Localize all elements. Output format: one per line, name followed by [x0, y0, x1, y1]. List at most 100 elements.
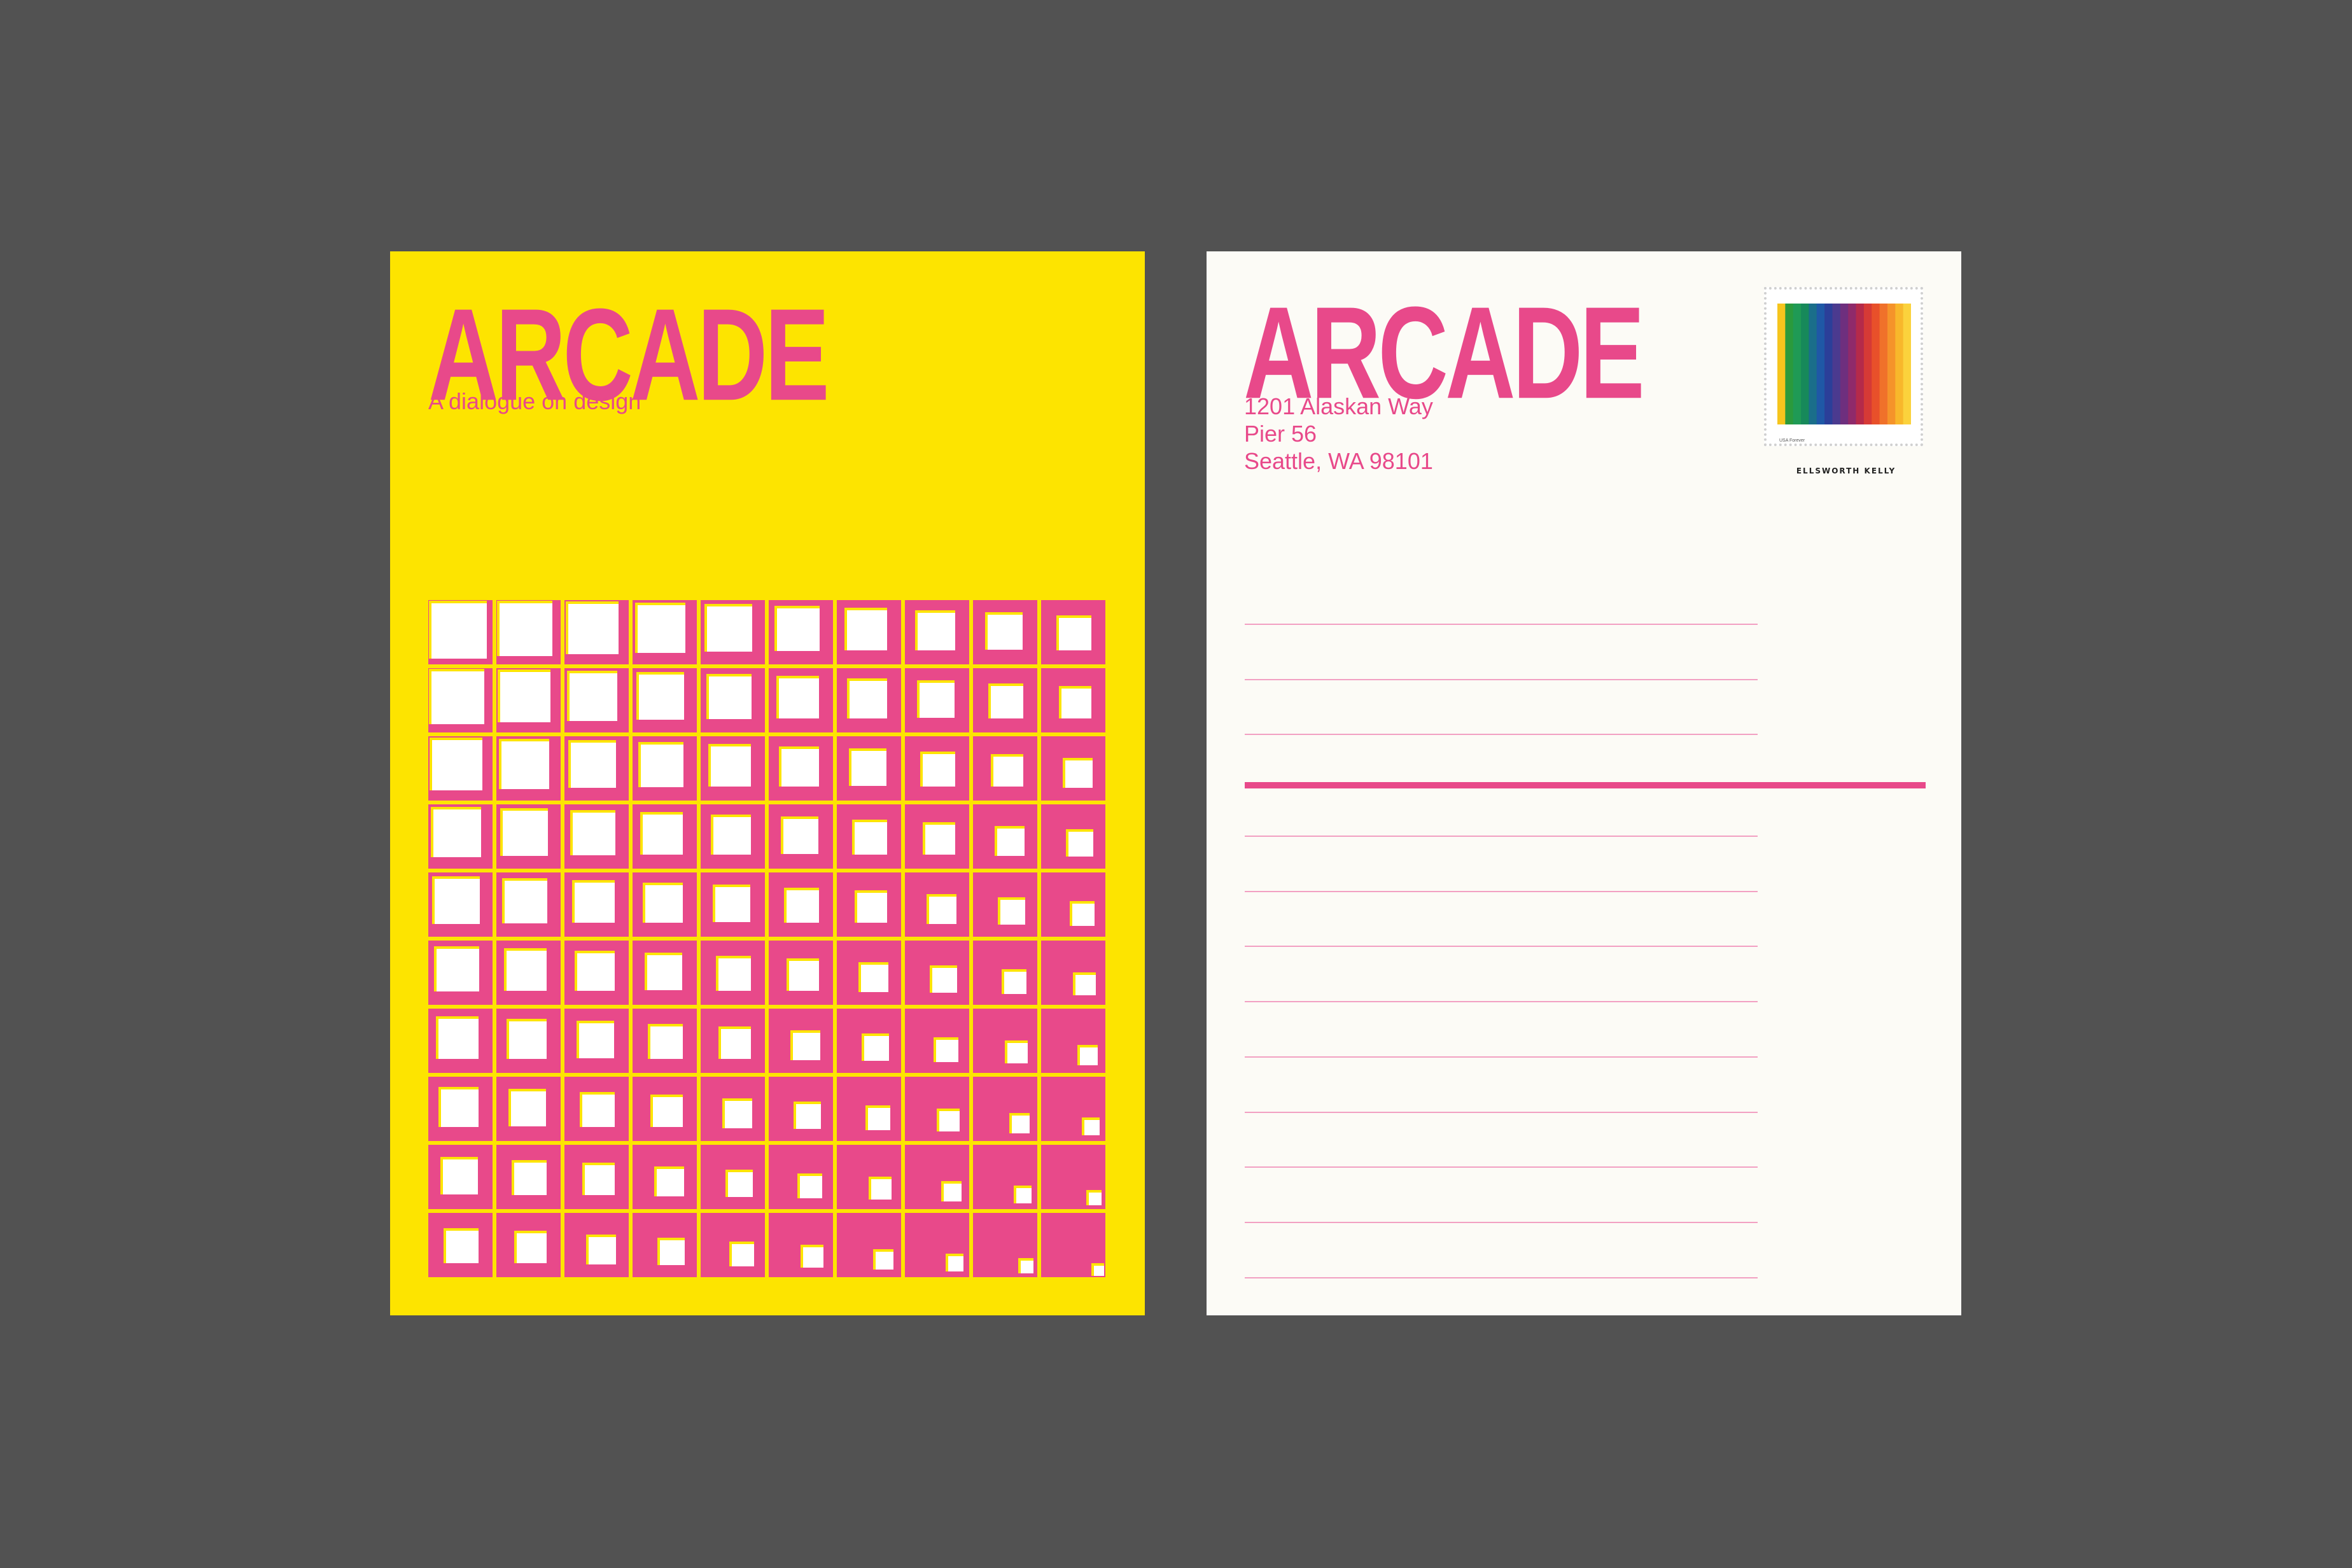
- pattern-square: [1065, 760, 1093, 788]
- address-rule: [1245, 734, 1758, 735]
- pattern-square: [944, 1184, 962, 1201]
- pattern-square: [1000, 900, 1025, 925]
- pattern-square: [509, 1021, 547, 1059]
- address-line: 1201 Alaskan Way: [1244, 393, 1433, 419]
- pattern-square: [573, 813, 615, 855]
- pattern-square: [988, 615, 1023, 650]
- stamp-stripe: [1801, 304, 1809, 424]
- stamp-stripe: [1895, 304, 1904, 424]
- pattern-square: [657, 1169, 684, 1196]
- pattern-square: [432, 740, 482, 790]
- pattern-square: [1007, 1043, 1028, 1063]
- pattern-square: [643, 815, 683, 855]
- message-rule: [1245, 1001, 1758, 1003]
- pattern-square: [501, 741, 549, 789]
- pattern-square: [707, 606, 752, 652]
- pattern-square: [876, 1252, 893, 1270]
- pattern-square: [1068, 832, 1093, 857]
- pattern-square: [511, 1091, 546, 1126]
- pattern-square: [431, 671, 484, 724]
- pattern-square: [582, 1095, 615, 1127]
- pattern-square: [781, 749, 819, 787]
- pattern-square: [939, 1111, 960, 1131]
- pattern-square: [1012, 1116, 1030, 1133]
- pattern-square: [997, 829, 1025, 856]
- address-rule: [1245, 679, 1758, 680]
- message-rule: [1245, 890, 1758, 892]
- pattern-square: [855, 822, 887, 855]
- message-rule: [1245, 1056, 1758, 1058]
- stamp-stripe: [1848, 304, 1857, 424]
- stamp-stripe: [1785, 304, 1794, 424]
- pattern-square: [868, 1108, 890, 1130]
- stamp-stripe: [1809, 304, 1817, 424]
- section-divider: [1245, 782, 1926, 788]
- pattern-square: [1016, 1188, 1032, 1203]
- message-rule: [1245, 1166, 1758, 1168]
- pattern-square: [1061, 689, 1091, 718]
- pattern-square: [721, 1029, 751, 1059]
- pattern-square: [571, 743, 616, 788]
- pattern-square: [639, 675, 684, 720]
- postage-stamp: USA Forever ELLSWORTH KELLY: [1764, 287, 1923, 475]
- postcard-back: ARCADE 1201 Alaskan Way Pier 56 Seattle,…: [1207, 251, 1961, 1315]
- pattern-square: [1059, 618, 1091, 650]
- pattern-square: [789, 961, 819, 991]
- pattern-square: [1089, 1193, 1102, 1205]
- pattern-square: [787, 890, 819, 923]
- address-rule: [1245, 624, 1758, 625]
- message-rule: [1245, 946, 1758, 948]
- pattern-square: [850, 681, 887, 718]
- pattern-square: [932, 968, 957, 993]
- pattern-square: [653, 1097, 683, 1127]
- stamp-stripe: [1777, 304, 1786, 424]
- pattern-square: [443, 1159, 478, 1194]
- message-rule: [1245, 836, 1758, 837]
- stamp-stripe: [1887, 304, 1896, 424]
- pattern-square: [503, 811, 548, 856]
- stamp-stripe: [1879, 304, 1888, 424]
- pattern-square: [437, 949, 479, 991]
- pattern-square: [1094, 1266, 1104, 1276]
- pattern-square: [500, 603, 552, 656]
- square-pattern-graphic: [428, 600, 1105, 1277]
- message-rule: [1245, 1277, 1758, 1278]
- pattern-square: [800, 1176, 822, 1198]
- pattern-square: [925, 825, 955, 855]
- message-rule: [1245, 1111, 1758, 1113]
- stamp-stripe: [1816, 304, 1825, 424]
- pattern-square: [575, 883, 615, 923]
- pattern-square: [585, 1165, 615, 1195]
- pattern-square: [779, 678, 819, 718]
- stamp-stripe: [1832, 304, 1841, 424]
- pattern-square: [1072, 904, 1095, 926]
- pattern-square: [660, 1240, 685, 1265]
- pattern-square: [517, 1233, 547, 1263]
- stamp-stripe: [1840, 304, 1849, 424]
- message-rule: [1245, 1221, 1758, 1223]
- pattern-square: [864, 1036, 889, 1061]
- pattern-square: [647, 955, 682, 990]
- pattern-square: [918, 613, 955, 650]
- pattern-square: [1084, 1120, 1100, 1135]
- pattern-square: [650, 1026, 683, 1059]
- pattern-square: [725, 1101, 752, 1128]
- tagline: A dialogue on design: [428, 388, 641, 414]
- pattern-square: [728, 1172, 753, 1197]
- pattern-square: [431, 603, 487, 659]
- pattern-square: [861, 965, 888, 992]
- pattern-square: [638, 605, 685, 653]
- stamp-caption: ELLSWORTH KELLY: [1796, 466, 1896, 475]
- pattern-square: [929, 897, 956, 924]
- pattern-square: [923, 754, 955, 787]
- pattern-square: [568, 604, 619, 654]
- pattern-square: [777, 608, 820, 651]
- pattern-square: [920, 683, 955, 718]
- pattern-square: [438, 1019, 479, 1059]
- pattern-square: [796, 1104, 821, 1129]
- pattern-square: [641, 745, 683, 787]
- pattern-square: [718, 958, 751, 991]
- pattern-square: [433, 809, 481, 857]
- stamp-stripe: [1903, 304, 1911, 424]
- stamp-stripe: [1872, 304, 1880, 424]
